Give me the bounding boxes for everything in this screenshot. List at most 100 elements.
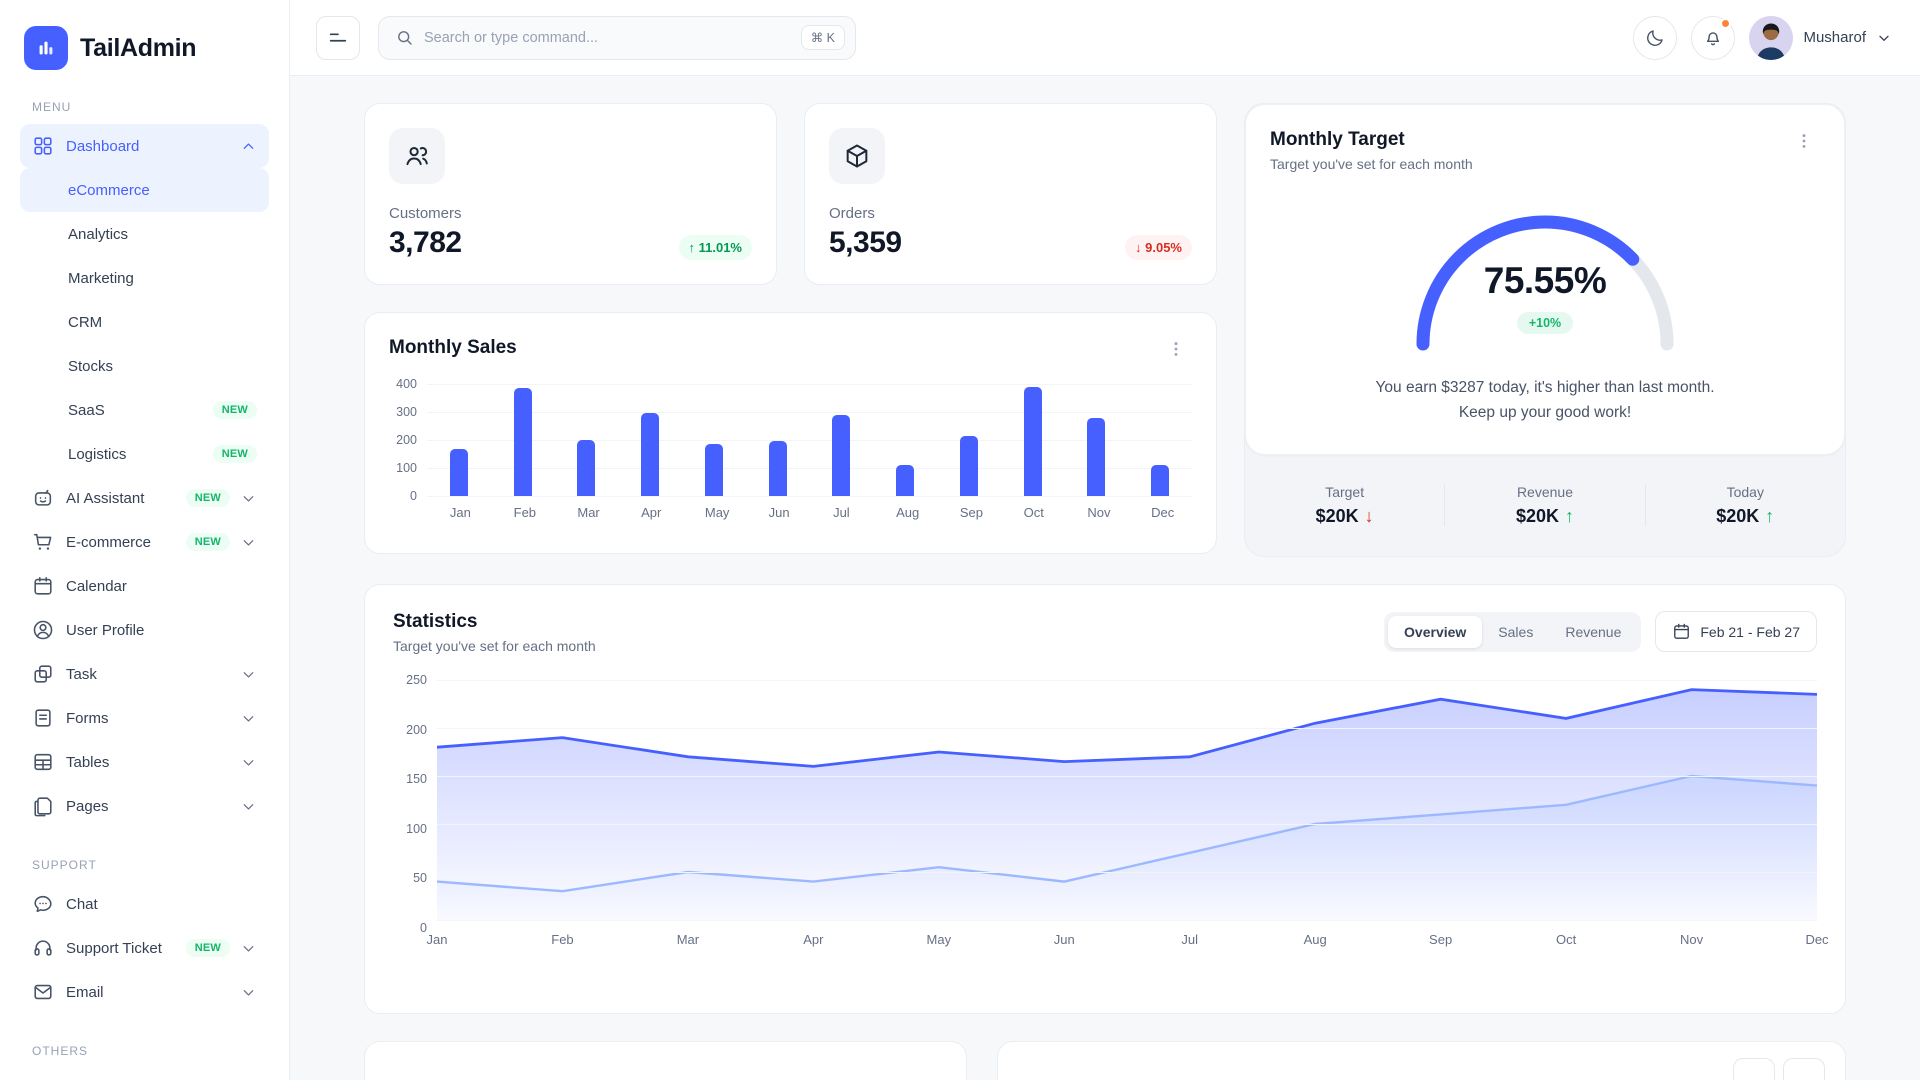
card-action-button[interactable] [1783,1058,1825,1080]
sidebar-item-ai-assistant[interactable]: AI AssistantNEW [20,476,269,520]
brand-logo[interactable]: TailAdmin [20,0,269,70]
tab-sales[interactable]: Sales [1482,616,1549,648]
sidebar-item-label: Forms [66,710,109,727]
metric-delta-badge: ↑ 11.01% [679,235,753,260]
bar-aug [896,465,914,496]
sidebar-subitem-label: Stocks [68,358,113,375]
y-tick-label: 100 [406,822,427,836]
x-tick-label: Sep [1429,932,1452,947]
grid-icon [32,135,54,157]
sidebar-item-user-profile[interactable]: User Profile [20,608,269,652]
sidebar-item-label: E-commerce [66,534,151,551]
new-badge: NEW [186,533,230,551]
sidebar-submenu: eCommerce Analytics Marketing CRM Stocks SaaS… [20,168,269,476]
gridline [427,412,1192,413]
app-header: ⌘ K [290,0,1920,76]
divider [1444,484,1445,526]
x-tick-label: Jul [1181,932,1198,947]
chevron-down-icon [240,666,257,683]
search-box[interactable]: ⌘ K [378,16,856,60]
x-tick-label: Jan [450,505,468,520]
tab-overview[interactable]: Overview [1388,616,1482,648]
bar-nov [1087,418,1105,496]
sidebar-subitem-crm[interactable]: CRM [20,300,269,344]
target-stat-value: $20K↑ [1716,506,1774,527]
calendar-icon [1672,622,1691,641]
y-tick-label: 400 [396,377,417,391]
monthly-sales-menu-button[interactable] [1160,337,1192,366]
sidebar-item-pages[interactable]: Pages [20,784,269,828]
sidebar-subitem-logistics[interactable]: LogisticsNEW [20,432,269,476]
bar-may [705,444,723,496]
y-tick-label: 200 [406,723,427,737]
sidebar-nav: MENU DashboardeCommerce Analytics Marketing… [20,100,269,1058]
sidebar-item-meta [240,138,257,155]
headset-icon [32,937,54,959]
bell-icon [1703,28,1723,48]
sidebar-item-email[interactable]: Email [20,970,269,1014]
monthly-sales-chart: 4003002001000 [389,384,1192,496]
brand-name: TailAdmin [80,34,196,63]
bar-chart-plot [427,384,1192,496]
x-tick-label: May [705,505,723,520]
arrow-up-icon: ↑ [1565,506,1574,527]
sidebar-item-label: Support Ticket [66,940,162,957]
bar-oct [1024,387,1042,496]
chevron-down-icon [240,490,257,507]
monthly-target-menu-button[interactable] [1788,129,1820,158]
x-tick-label: Oct [1024,505,1042,520]
target-stat-value: $20K↓ [1316,506,1374,527]
sidebar-subitem-analytics[interactable]: Analytics [20,212,269,256]
chevron-up-icon [240,138,257,155]
divider [1645,484,1646,526]
gridline [427,440,1192,441]
kebab-icon [1166,339,1186,359]
sidebar-toggle-button[interactable] [316,16,360,60]
bar-apr [641,413,659,496]
sidebar-subitem-saas[interactable]: SaaSNEW [20,388,269,432]
sidebar-item-calendar[interactable]: Calendar [20,564,269,608]
sidebar-item-chat[interactable]: Chat [20,882,269,926]
sidebar-item-task[interactable]: Task [20,652,269,696]
sidebar-item-support-ticket[interactable]: Support TicketNEW [20,926,269,970]
statistics-chart: 250200150100500 JanFebMarAprMayJunJulAug… [393,680,1817,952]
user-menu[interactable]: Musharof [1749,16,1892,60]
x-tick-label: Apr [641,505,659,520]
task-icon [32,663,54,685]
y-tick-label: 250 [406,673,427,687]
tab-revenue[interactable]: Revenue [1549,616,1637,648]
sidebar-item-tables[interactable]: Tables [20,740,269,784]
sidebar-subitem-ecommerce[interactable]: eCommerce [20,168,269,212]
sidebar-subitem-stocks[interactable]: Stocks [20,344,269,388]
bar-chart-yaxis: 4003002001000 [389,384,427,496]
sidebar-subitem-label: Analytics [68,226,128,243]
sidebar-section-label: MENU [20,100,269,114]
notifications-button[interactable] [1691,16,1735,60]
x-tick-label: Jan [427,932,448,947]
dark-mode-toggle[interactable] [1633,16,1677,60]
sidebar-subitem-label: CRM [68,314,102,331]
x-tick-label: Oct [1556,932,1576,947]
y-tick-label: 150 [406,772,427,786]
sidebar-item-forms[interactable]: Forms [20,696,269,740]
sidebar-subitem-marketing[interactable]: Marketing [20,256,269,300]
bar-sep [960,436,978,496]
date-range-button[interactable]: Feb 21 - Feb 27 [1655,611,1817,652]
sidebar-subitem-label: Logistics [68,446,126,463]
sidebar: TailAdmin MENU DashboardeCommerce Analytic… [0,0,290,1080]
sidebar-item-label: Task [66,666,97,683]
bottom-right-card [997,1041,1846,1080]
sidebar-item-label: Chat [66,896,98,913]
sidebar-item-dashboard[interactable]: Dashboard [20,124,269,168]
notification-dot [1720,18,1731,29]
sidebar-item-label: User Profile [66,622,144,639]
x-tick-label: Apr [803,932,823,947]
brand-logo-icon [24,26,68,70]
sidebar-item-meta: NEW [186,489,257,507]
sidebar-item-e-commerce[interactable]: E-commerce NEW [20,520,269,564]
card-action-button[interactable] [1733,1058,1775,1080]
new-badge: NEW [213,401,257,419]
chevron-down-icon [240,754,257,771]
search-input[interactable] [424,30,791,46]
sidebar-item-meta [240,754,257,771]
